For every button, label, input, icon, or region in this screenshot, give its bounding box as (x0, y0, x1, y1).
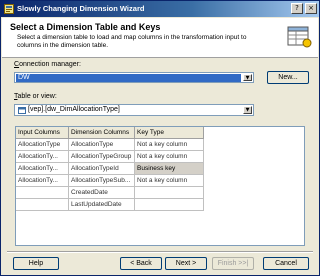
connection-manager-dropdown[interactable]: DW ▼ (14, 72, 254, 83)
finish-button[interactable]: Finish >>| (212, 257, 254, 270)
title-bar[interactable]: Slowly Changing Dimension Wizard ? × (1, 1, 319, 17)
grid-cell-dimension[interactable]: AllocationType (69, 139, 135, 151)
grid-cell-input[interactable]: AllocationTy... (16, 151, 69, 163)
cancel-button[interactable]: Cancel (263, 257, 309, 270)
connection-manager-label: Connection manager: (14, 61, 81, 68)
wizard-app-icon (4, 4, 14, 14)
close-button[interactable]: × (305, 3, 317, 14)
grid-cell-dimension[interactable]: AllocationTypeSub... (69, 175, 135, 187)
table-icon (18, 107, 26, 114)
grid-cell-dimension[interactable]: LastUpdatedDate (69, 199, 135, 211)
back-button[interactable]: < Back (120, 257, 162, 270)
wizard-window: Slowly Changing Dimension Wizard ? × Sel… (0, 0, 320, 276)
table-or-view-dropdown[interactable]: [vep].[dw_DimAllocationType] ▼ (14, 104, 254, 116)
grid-cell-dimension[interactable]: CreatedDate (69, 187, 135, 199)
column-header-input[interactable]: Input Columns (16, 127, 69, 139)
column-mapping-grid: Input Columns Dimension Columns Key Type… (15, 126, 305, 246)
column-header-key-type[interactable]: Key Type (135, 127, 204, 139)
grid-cell-key-type[interactable] (135, 187, 204, 199)
grid-cell-key-type-selected[interactable]: Business key (135, 163, 204, 175)
page-title: Select a Dimension Table and Keys (10, 22, 161, 32)
new-connection-button[interactable]: New... (267, 71, 309, 84)
grid-cell-key-type[interactable]: Not a key column (135, 151, 204, 163)
table-or-view-value: [vep].[dw_DimAllocationType] (28, 106, 120, 113)
help-title-button[interactable]: ? (291, 3, 303, 14)
footer-divider (7, 251, 313, 253)
column-header-dimension[interactable]: Dimension Columns (69, 127, 135, 139)
table-or-view-label: Table or view: (14, 93, 57, 100)
next-button[interactable]: Next > (165, 257, 207, 270)
grid-cell-input[interactable] (16, 199, 69, 211)
page-description: Select a dimension table to load and map… (17, 34, 247, 49)
grid-cell-key-type[interactable]: Not a key column (135, 175, 204, 187)
grid-cell-input[interactable]: AllocationType (16, 139, 69, 151)
wizard-header: Select a Dimension Table and Keys Select… (2, 18, 318, 58)
help-button[interactable]: Help (13, 257, 59, 270)
window-title: Slowly Changing Dimension Wizard (17, 4, 145, 13)
chevron-down-icon[interactable]: ▼ (243, 74, 252, 81)
connection-manager-value: DW (16, 74, 241, 82)
grid-cell-key-type[interactable]: Not a key column (135, 139, 204, 151)
dimension-table-icon (287, 26, 312, 48)
grid-cell-dimension[interactable]: AllocationTypeId (69, 163, 135, 175)
chevron-down-icon[interactable]: ▼ (243, 106, 252, 114)
grid-cell-dimension[interactable]: AllocationTypeGroup (69, 151, 135, 163)
grid-cell-input[interactable]: AllocationTy... (16, 175, 69, 187)
grid-cell-input[interactable]: AllocationTy... (16, 163, 69, 175)
grid-cell-input[interactable] (16, 187, 69, 199)
grid-cell-key-type[interactable] (135, 199, 204, 211)
